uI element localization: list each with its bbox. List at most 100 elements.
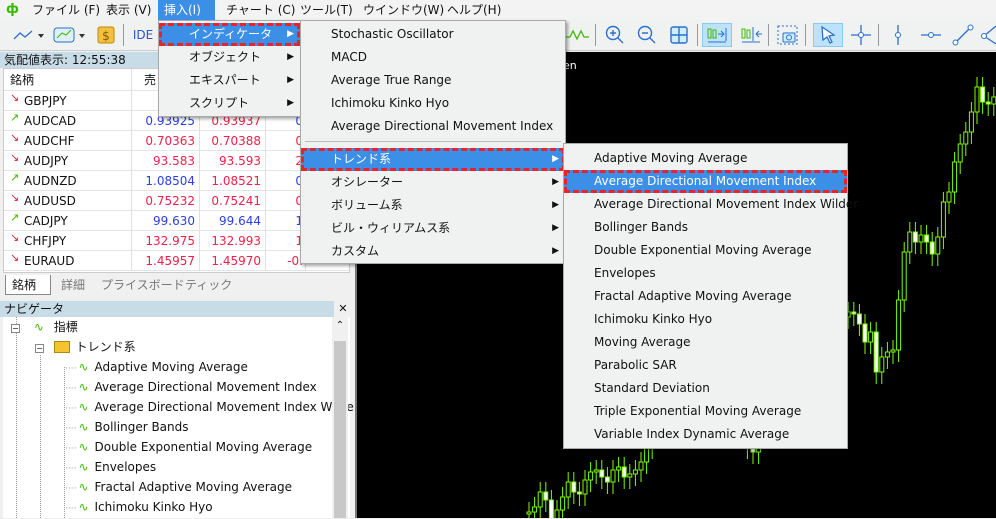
menu-item[interactable]: Adaptive Moving Average (564, 147, 847, 170)
candle-body (980, 86, 986, 103)
menu-chart[interactable]: チャート (C) (220, 0, 301, 20)
menu-item[interactable]: Envelopes (564, 262, 847, 285)
ide-button[interactable]: IDE (130, 23, 156, 47)
column-header-symbol[interactable]: 銘柄 (4, 69, 132, 91)
menu-item[interactable]: Parabolic SAR (564, 354, 847, 377)
menu-item[interactable]: Ichimoku Kinko Hyo (564, 308, 847, 331)
menu-help[interactable]: ヘルプ(H) (441, 0, 507, 20)
tree-item[interactable]: ···· ∿ Adaptive Moving Average (65, 357, 248, 377)
menu-item[interactable]: Average Directional Movement Index (301, 115, 565, 138)
table-row[interactable]: CADJPY↗99.63099.6441 (4, 211, 349, 231)
menu-item[interactable]: オシレーター ▶ (301, 171, 565, 194)
menu-item[interactable]: エキスパート ▶ (159, 69, 300, 92)
candle-body (548, 499, 554, 518)
zigzag-icon[interactable] (563, 23, 591, 47)
table-row[interactable]: AUDNZD↗1.085041.085210 (4, 171, 349, 191)
menu-item[interactable]: カスタム ▶ (301, 240, 565, 263)
crosshair-icon[interactable] (848, 23, 874, 47)
menu-item[interactable]: インディケータ ▶ (159, 23, 300, 46)
horizontal-line-icon[interactable] (918, 23, 944, 47)
indicator-chart-icon[interactable] (52, 23, 88, 47)
close-icon[interactable]: ✕ (336, 301, 350, 317)
menu-item-label: インディケータ (189, 27, 273, 41)
zoom-in-icon[interactable] (603, 23, 627, 47)
table-row[interactable]: EURAUD ↘ 1.45957 1.45970 -0. (4, 251, 349, 271)
tab-price-board[interactable]: プライスボード (95, 275, 191, 295)
menu-view[interactable]: 表示 (V) (100, 0, 157, 20)
tab-ticks[interactable]: ティック (179, 275, 238, 295)
menu-tools[interactable]: ツール(T) (294, 0, 359, 20)
menu-item[interactable]: Moving Average (564, 331, 847, 354)
menu-item[interactable]: Fractal Adaptive Moving Average (564, 285, 847, 308)
submenu-arrow-icon: ▶ (552, 154, 559, 164)
candle-body (851, 311, 857, 315)
tree-item[interactable]: ···· ∿ Double Exponential Moving Average (65, 437, 312, 457)
menu-item[interactable]: Variable Index Dynamic Average (564, 423, 847, 446)
menu-item[interactable]: スクリプト ▶ (159, 92, 300, 115)
menu-item[interactable]: Ichimoku Kinko Hyo (301, 92, 565, 115)
tab-details[interactable]: 詳細 (55, 275, 91, 295)
menu-item[interactable]: Standard Deviation (564, 377, 847, 400)
scroll-thumb[interactable] (334, 341, 346, 518)
menu-item[interactable]: トレンド系 ▶ (301, 148, 565, 171)
menu-item[interactable]: Average Directional Movement Index (564, 170, 847, 193)
zoom-out-icon[interactable] (635, 23, 659, 47)
chart-shift-icon[interactable] (737, 23, 765, 47)
tree-item[interactable]: ···· ∿ Ichimoku Kinko Hyo (65, 497, 213, 517)
menu-item[interactable]: Bollinger Bands (564, 216, 847, 239)
screenshot-icon[interactable] (775, 23, 801, 47)
dollar-icon[interactable]: $ (95, 23, 117, 47)
menu-item-label: カスタム (331, 244, 380, 258)
navigator-scrollbar[interactable]: ⌃ (332, 317, 348, 518)
menu-item-label: Stochastic Oscillator (331, 27, 454, 41)
tree-item[interactable]: ···· ∿ Average Directional Movement Index … (65, 397, 359, 417)
collapse-icon[interactable]: − (11, 324, 20, 333)
menu-item-label: エキスパート (189, 73, 261, 87)
submenu-arrow-icon: ▶ (552, 200, 559, 210)
auto-scroll-icon[interactable] (702, 23, 732, 47)
candle-body (599, 469, 605, 478)
candle-body (901, 251, 907, 301)
menu-item[interactable]: Stochastic Oscillator (301, 23, 565, 46)
menu-item[interactable]: オブジェクト ▶ (159, 46, 300, 69)
ask-cell: 0.70388 (200, 131, 266, 151)
channel-icon[interactable] (980, 23, 996, 47)
scroll-up-icon[interactable]: ⌃ (332, 317, 348, 333)
tree-item[interactable]: ···· ∿ Average Directional Movement Index (65, 377, 317, 397)
bid-cell: 0.75232 (132, 191, 200, 211)
menu-insert[interactable]: 挿入(I) (158, 0, 215, 20)
candle-body (896, 299, 902, 351)
table-row[interactable]: AUDCHF↘0.703630.703880 (4, 131, 349, 151)
trendline-icon[interactable] (950, 23, 976, 47)
symbol-cell: EURAUD (4, 251, 132, 271)
table-row[interactable]: AUDJPY↘93.58393.5932 (4, 151, 349, 171)
menu-window[interactable]: ウインドウ(W) (357, 0, 450, 20)
tree-node-indicators[interactable]: − ∿ 指標 (11, 317, 78, 337)
tree-item[interactable]: ···· ∿ Bollinger Bands (65, 417, 189, 437)
menu-item[interactable]: ボリューム系 ▶ (301, 194, 565, 217)
cursor-icon[interactable] (813, 23, 843, 47)
navigator-tree: − ∿ 指標 − トレンド系 ···· ∿ Adaptive Moving Aver… (3, 317, 359, 518)
menu-item[interactable]: Triple Exponential Moving Average (564, 400, 847, 423)
menu-item-label: Parabolic SAR (594, 358, 677, 372)
menu-item[interactable]: Double Exponential Moving Average (564, 239, 847, 262)
candle-body (985, 101, 991, 105)
menu-item[interactable]: MACD (301, 46, 565, 69)
collapse-icon[interactable]: − (35, 344, 44, 353)
menu-item[interactable]: Average Directional Movement Index Wilde… (564, 193, 858, 216)
menu-file[interactable]: ファイル (F) (26, 0, 106, 20)
tree-item[interactable]: ···· ∿ Fractal Adaptive Moving Average (65, 477, 292, 497)
tree-line: ···· (65, 504, 77, 514)
table-row[interactable]: CHFJPY↘132.975132.9931 (4, 231, 349, 251)
table-row[interactable]: AUDUSD↘0.752320.752410 (4, 191, 349, 211)
line-chart-icon[interactable] (12, 23, 46, 47)
menu-item[interactable]: ビル・ウィリアムス系 ▶ (301, 217, 565, 240)
tab-symbols[interactable]: 銘柄 (5, 275, 51, 295)
submenu-arrow-icon: ▶ (287, 29, 294, 39)
vertical-line-icon[interactable] (886, 23, 910, 47)
menu-item[interactable]: Average True Range (301, 69, 565, 92)
tree-item[interactable]: ···· ∿ Envelopes (65, 457, 156, 477)
candle-body (621, 466, 627, 478)
tree-node-trend[interactable]: − トレンド系 (35, 337, 136, 357)
tile-windows-icon[interactable] (667, 23, 691, 47)
